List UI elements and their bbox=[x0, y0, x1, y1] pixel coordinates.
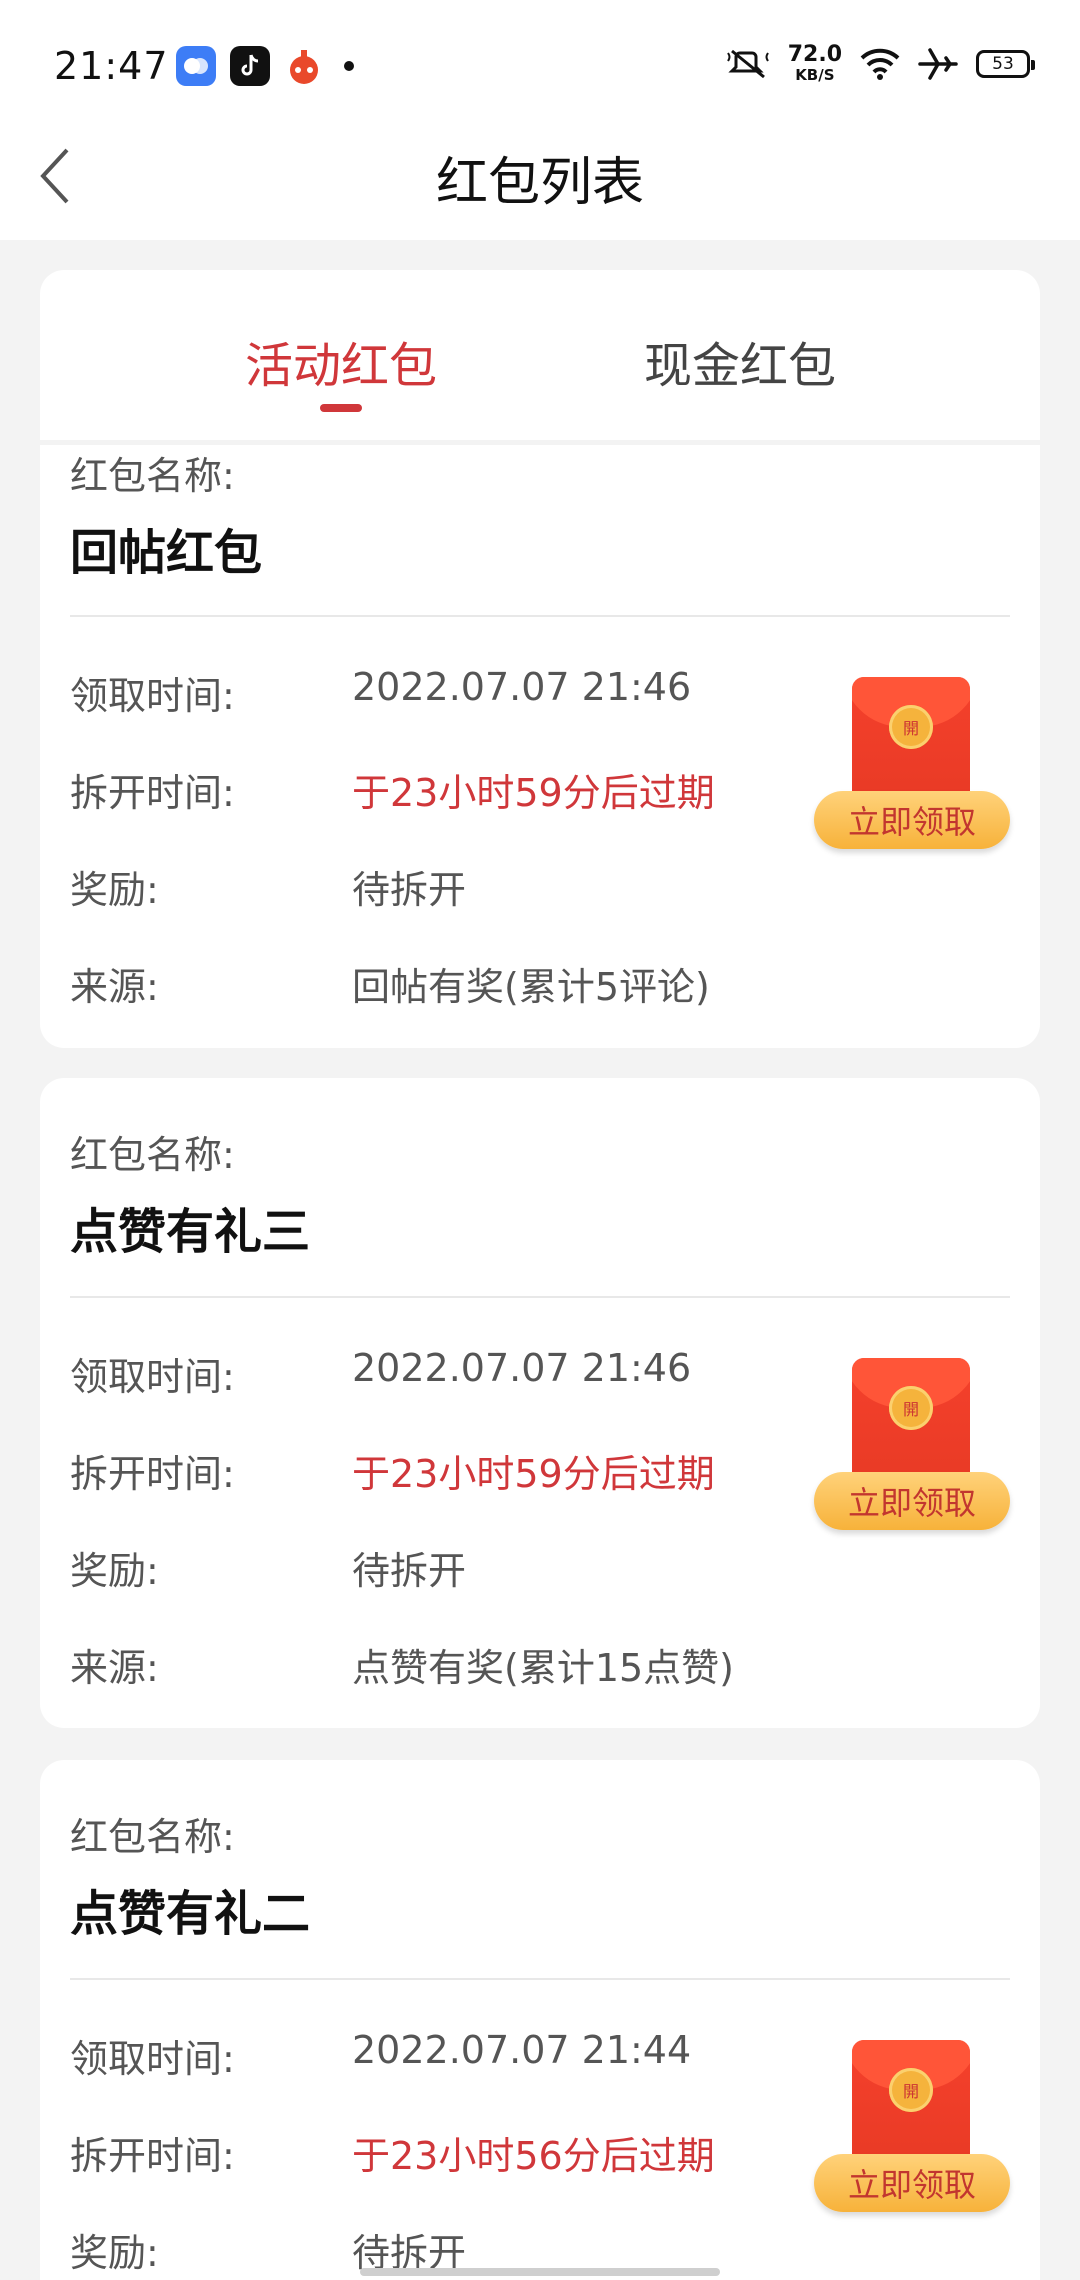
network-speed: 72.0 KB/S bbox=[788, 44, 842, 83]
seal-icon: 開 bbox=[889, 1386, 933, 1430]
receive-time-value: 2022.07.07 21:46 bbox=[352, 665, 692, 709]
tab-activity-packets[interactable]: 活动红包 bbox=[245, 326, 437, 396]
wifi-icon bbox=[860, 48, 900, 80]
open-time-label: 拆开时间: bbox=[70, 2134, 235, 2178]
divider bbox=[70, 1296, 1010, 1298]
notification-icons bbox=[176, 46, 354, 86]
reward-value: 待拆开 bbox=[352, 868, 467, 912]
packet-name: 点赞有礼三 bbox=[70, 1204, 311, 1260]
receive-time-label: 领取时间: bbox=[70, 674, 235, 718]
mute-icon bbox=[726, 49, 769, 78]
reward-value: 待拆开 bbox=[352, 1549, 467, 1593]
seal-icon: 開 bbox=[889, 705, 933, 749]
page-header: 红包列表 bbox=[0, 110, 1080, 240]
game-app-icon bbox=[284, 46, 324, 86]
source-label: 来源: bbox=[70, 1646, 159, 1690]
seal-icon: 開 bbox=[889, 2068, 933, 2112]
page-title: 红包列表 bbox=[435, 153, 644, 213]
packet-card: 红包名称: 点赞有礼三 领取时间: 2022.07.07 21:46 拆开时间:… bbox=[40, 1078, 1040, 1728]
tab-bar: 活动红包 现金红包 bbox=[40, 270, 1040, 440]
divider bbox=[70, 615, 1010, 617]
status-time: 21:47 bbox=[54, 44, 169, 88]
home-indicator[interactable] bbox=[360, 2268, 720, 2276]
packet-name-label: 红包名称: bbox=[70, 454, 235, 498]
receive-time-label: 领取时间: bbox=[70, 1355, 235, 1399]
tiktok-icon bbox=[230, 46, 270, 86]
red-packet[interactable]: 開 立即领取 bbox=[814, 2040, 1014, 2220]
system-status: 72.0 KB/S 53 bbox=[726, 44, 1035, 83]
open-time-value: 于23小时59分后过期 bbox=[352, 1452, 715, 1496]
source-label: 来源: bbox=[70, 965, 159, 1009]
red-envelope-icon: 開 bbox=[852, 2040, 970, 2168]
claim-now-button[interactable]: 立即领取 bbox=[814, 1472, 1010, 1530]
packet-card: 红包名称: 点赞有礼二 领取时间: 2022.07.07 21:44 拆开时间:… bbox=[40, 1760, 1040, 2280]
packet-card: 红包名称: 回帖红包 领取时间: 2022.07.07 21:46 拆开时间: … bbox=[40, 445, 1040, 1048]
red-envelope-icon: 開 bbox=[852, 677, 970, 805]
reward-label: 奖励: bbox=[70, 2231, 159, 2275]
red-packet[interactable]: 開 立即领取 bbox=[814, 1358, 1014, 1538]
chat-app-icon bbox=[176, 46, 216, 86]
open-time-label: 拆开时间: bbox=[70, 771, 235, 815]
receive-time-value: 2022.07.07 21:46 bbox=[352, 1346, 692, 1390]
reward-label: 奖励: bbox=[70, 868, 159, 912]
red-envelope-icon: 開 bbox=[852, 1358, 970, 1486]
screen: 21:47 72.0 KB/S 53 红包列表 活动红包 现金红包 红包名称: … bbox=[0, 0, 1080, 2280]
active-tab-indicator bbox=[320, 404, 362, 412]
divider bbox=[70, 1978, 1010, 1980]
more-notifications-dot bbox=[344, 61, 354, 71]
packet-name-label: 红包名称: bbox=[70, 1133, 235, 1177]
open-time-value: 于23小时59分后过期 bbox=[352, 771, 715, 815]
speed-value: 72.0 bbox=[787, 42, 842, 67]
battery-indicator: 53 bbox=[976, 49, 1035, 78]
red-packet[interactable]: 開 立即领取 bbox=[814, 677, 1014, 857]
receive-time-label: 领取时间: bbox=[70, 2037, 235, 2081]
open-time-value: 于23小时56分后过期 bbox=[352, 2134, 715, 2178]
airplane-icon bbox=[918, 47, 958, 80]
reward-label: 奖励: bbox=[70, 1549, 159, 1593]
packet-name: 点赞有礼二 bbox=[70, 1886, 311, 1942]
receive-time-value: 2022.07.07 21:44 bbox=[352, 2028, 692, 2072]
packet-name-label: 红包名称: bbox=[70, 1815, 235, 1859]
claim-now-button[interactable]: 立即领取 bbox=[814, 2154, 1010, 2212]
tab-cash-packets[interactable]: 现金红包 bbox=[644, 326, 836, 396]
open-time-label: 拆开时间: bbox=[70, 1452, 235, 1496]
source-value: 回帖有奖(累计5评论) bbox=[352, 965, 710, 1009]
packet-name: 回帖红包 bbox=[70, 525, 263, 581]
speed-unit: KB/S bbox=[795, 66, 835, 84]
source-value: 点赞有奖(累计15点赞) bbox=[352, 1646, 735, 1690]
claim-now-button[interactable]: 立即领取 bbox=[814, 791, 1010, 849]
